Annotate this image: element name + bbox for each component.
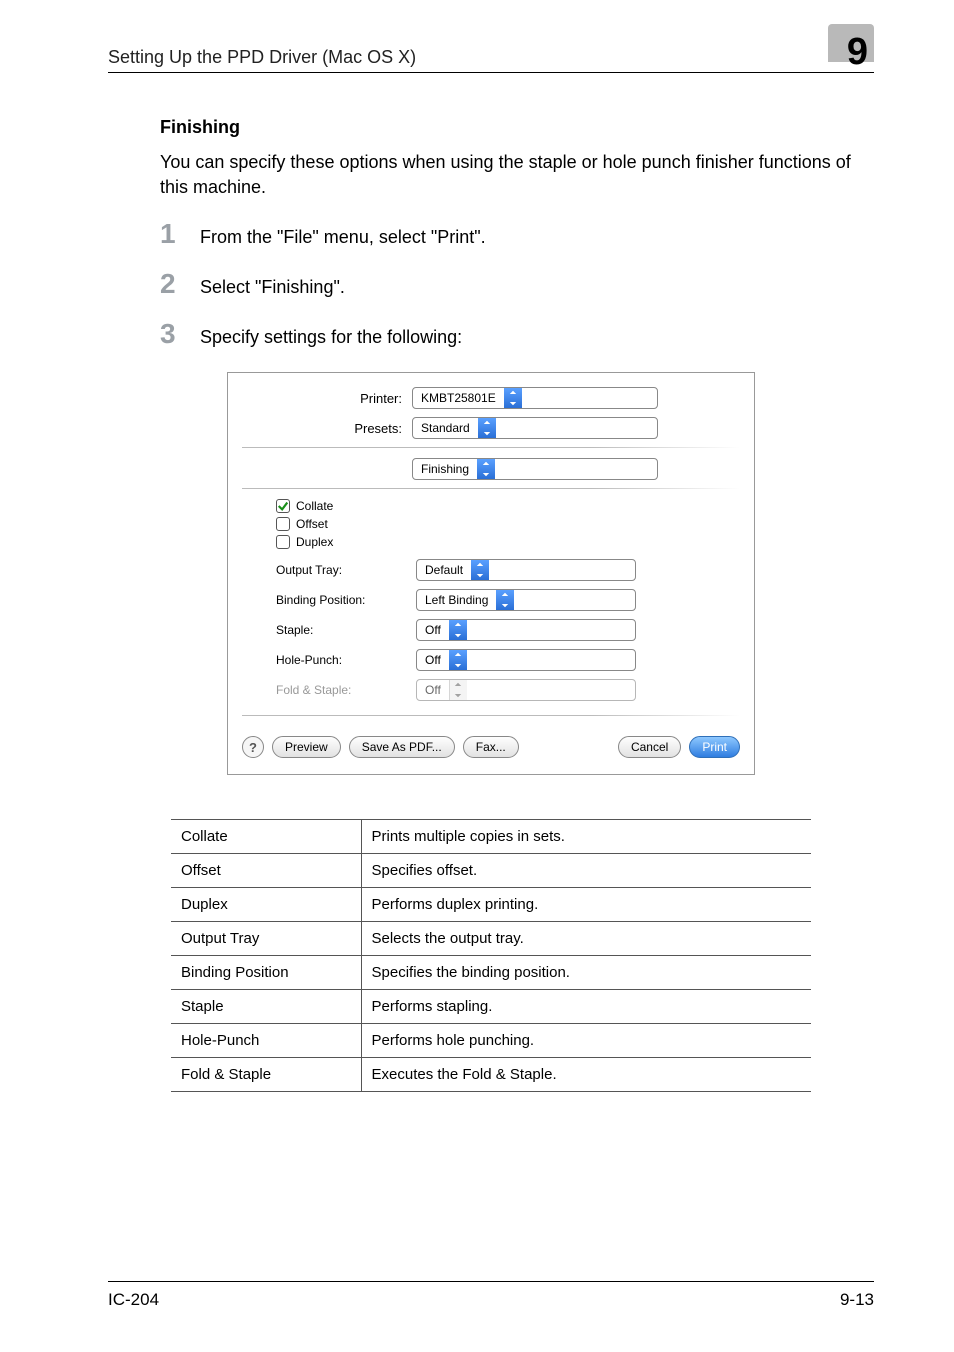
offset-label: Offset bbox=[296, 517, 328, 531]
definitions-table: Collate Prints multiple copies in sets. … bbox=[171, 819, 811, 1092]
step-text: Specify settings for the following: bbox=[200, 323, 462, 348]
table-row: Staple Performs stapling. bbox=[171, 990, 811, 1024]
section-intro: You can specify these options when using… bbox=[160, 150, 874, 200]
chapter-badge: 9 bbox=[824, 28, 874, 68]
table-row: Duplex Performs duplex printing. bbox=[171, 888, 811, 922]
cancel-button[interactable]: Cancel bbox=[618, 736, 681, 758]
term-cell: Hole-Punch bbox=[171, 1024, 361, 1058]
step-text: From the "File" menu, select "Print". bbox=[200, 223, 486, 248]
collate-label: Collate bbox=[296, 499, 333, 513]
step: 3 Specify settings for the following: bbox=[160, 318, 874, 350]
output-tray-select[interactable]: Default bbox=[416, 559, 636, 581]
output-tray-value: Default bbox=[417, 563, 471, 577]
chevron-updown-icon bbox=[477, 459, 495, 479]
desc-cell: Performs stapling. bbox=[361, 990, 811, 1024]
header-left-text: Setting Up the PPD Driver (Mac OS X) bbox=[108, 47, 416, 68]
table-row: Offset Specifies offset. bbox=[171, 854, 811, 888]
staple-select[interactable]: Off bbox=[416, 619, 636, 641]
step-number: 2 bbox=[160, 268, 200, 300]
footer-right: 9-13 bbox=[840, 1290, 874, 1310]
binding-position-label: Binding Position: bbox=[276, 593, 416, 607]
term-cell: Output Tray bbox=[171, 922, 361, 956]
fold-staple-select: Off bbox=[416, 679, 636, 701]
desc-cell: Specifies the binding position. bbox=[361, 956, 811, 990]
term-cell: Staple bbox=[171, 990, 361, 1024]
staple-label: Staple: bbox=[276, 623, 416, 637]
print-dialog: Printer: KMBT25801E Presets: Standard bbox=[227, 372, 755, 775]
page-footer: IC-204 9-13 bbox=[108, 1281, 874, 1310]
staple-value: Off bbox=[417, 623, 449, 637]
save-as-pdf-button[interactable]: Save As PDF... bbox=[349, 736, 455, 758]
help-button[interactable]: ? bbox=[242, 736, 264, 758]
presets-value: Standard bbox=[413, 421, 478, 435]
table-row: Hole-Punch Performs hole punching. bbox=[171, 1024, 811, 1058]
term-cell: Collate bbox=[171, 820, 361, 854]
presets-select[interactable]: Standard bbox=[412, 417, 658, 439]
separator bbox=[242, 715, 740, 716]
step-text: Select "Finishing". bbox=[200, 273, 345, 298]
hole-punch-select[interactable]: Off bbox=[416, 649, 636, 671]
steps-list: 1 From the "File" menu, select "Print". … bbox=[160, 218, 874, 350]
term-cell: Fold & Staple bbox=[171, 1058, 361, 1092]
term-cell: Binding Position bbox=[171, 956, 361, 990]
chevron-updown-icon bbox=[449, 650, 467, 670]
hole-punch-value: Off bbox=[417, 653, 449, 667]
separator bbox=[242, 488, 740, 489]
desc-cell: Prints multiple copies in sets. bbox=[361, 820, 811, 854]
pane-select[interactable]: Finishing bbox=[412, 458, 658, 480]
table-row: Fold & Staple Executes the Fold & Staple… bbox=[171, 1058, 811, 1092]
fold-staple-label: Fold & Staple: bbox=[276, 683, 416, 697]
chevron-updown-icon bbox=[471, 560, 489, 580]
chevron-updown-icon bbox=[504, 388, 522, 408]
desc-cell: Specifies offset. bbox=[361, 854, 811, 888]
term-cell: Duplex bbox=[171, 888, 361, 922]
printer-value: KMBT25801E bbox=[413, 391, 504, 405]
chevron-updown-icon bbox=[496, 590, 514, 610]
step: 1 From the "File" menu, select "Print". bbox=[160, 218, 874, 250]
chevron-updown-icon bbox=[449, 620, 467, 640]
desc-cell: Performs duplex printing. bbox=[361, 888, 811, 922]
step: 2 Select "Finishing". bbox=[160, 268, 874, 300]
duplex-label: Duplex bbox=[296, 535, 333, 549]
table-row: Binding Position Specifies the binding p… bbox=[171, 956, 811, 990]
binding-position-value: Left Binding bbox=[417, 593, 496, 607]
hole-punch-label: Hole-Punch: bbox=[276, 653, 416, 667]
desc-cell: Selects the output tray. bbox=[361, 922, 811, 956]
fold-staple-value: Off bbox=[417, 683, 449, 697]
term-cell: Offset bbox=[171, 854, 361, 888]
page-header: Setting Up the PPD Driver (Mac OS X) 9 bbox=[108, 28, 874, 73]
table-row: Collate Prints multiple copies in sets. bbox=[171, 820, 811, 854]
offset-checkbox-row[interactable]: Offset bbox=[276, 517, 740, 531]
step-number: 3 bbox=[160, 318, 200, 350]
checkbox-checked-icon bbox=[276, 499, 290, 513]
checkbox-unchecked-icon bbox=[276, 535, 290, 549]
printer-label: Printer: bbox=[242, 391, 412, 406]
separator bbox=[242, 447, 740, 448]
desc-cell: Executes the Fold & Staple. bbox=[361, 1058, 811, 1092]
chapter-number: 9 bbox=[847, 31, 868, 74]
fax-button[interactable]: Fax... bbox=[463, 736, 519, 758]
binding-position-select[interactable]: Left Binding bbox=[416, 589, 636, 611]
section-title: Finishing bbox=[160, 117, 874, 138]
chevron-updown-icon bbox=[449, 680, 467, 700]
pane-value: Finishing bbox=[413, 462, 477, 476]
checkbox-unchecked-icon bbox=[276, 517, 290, 531]
collate-checkbox-row[interactable]: Collate bbox=[276, 499, 740, 513]
preview-button[interactable]: Preview bbox=[272, 736, 341, 758]
presets-label: Presets: bbox=[242, 421, 412, 436]
table-row: Output Tray Selects the output tray. bbox=[171, 922, 811, 956]
desc-cell: Performs hole punching. bbox=[361, 1024, 811, 1058]
output-tray-label: Output Tray: bbox=[276, 563, 416, 577]
printer-select[interactable]: KMBT25801E bbox=[412, 387, 658, 409]
duplex-checkbox-row[interactable]: Duplex bbox=[276, 535, 740, 549]
print-button[interactable]: Print bbox=[689, 736, 740, 758]
footer-left: IC-204 bbox=[108, 1290, 159, 1310]
chevron-updown-icon bbox=[478, 418, 496, 438]
step-number: 1 bbox=[160, 218, 200, 250]
